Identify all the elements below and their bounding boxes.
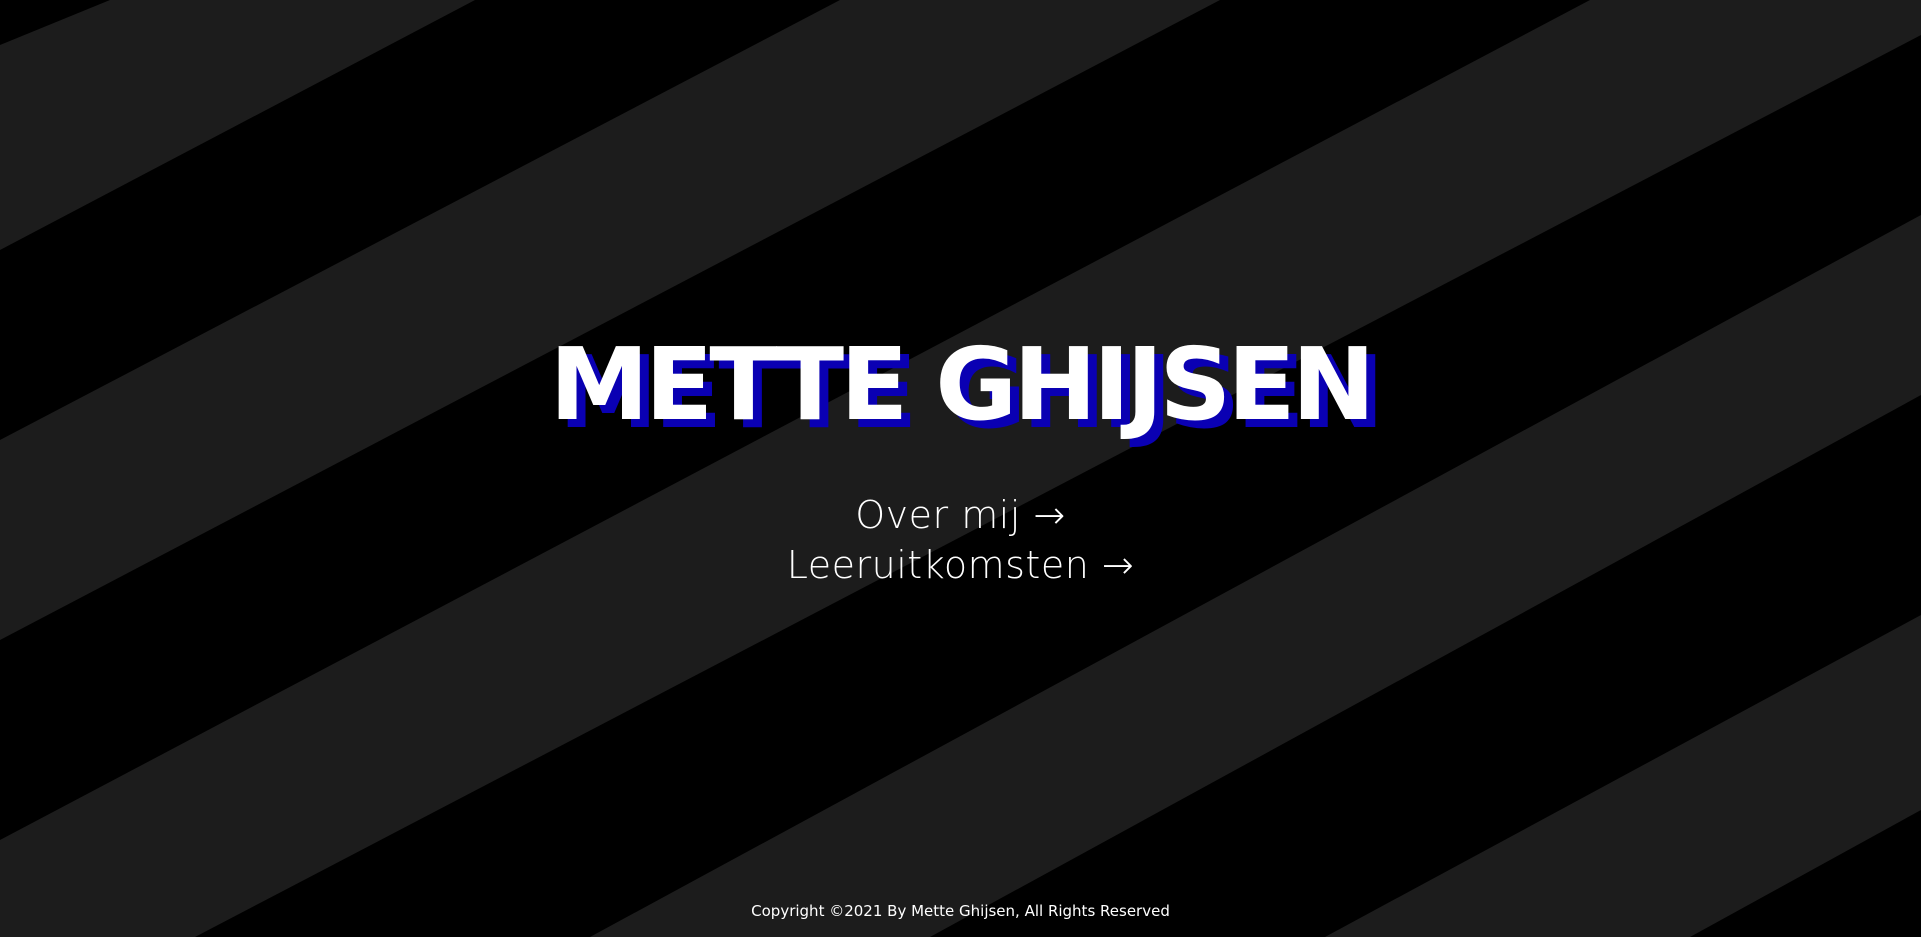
- nav-link-over-mij[interactable]: Over mij →: [0, 490, 1921, 540]
- copyright-footer: Copyright ©2021 By Mette Ghijsen, All Ri…: [751, 902, 1170, 920]
- hero-section: METTE GHIJSEN Over mij → Leeruitkomsten …: [0, 0, 1921, 937]
- home-page: METTE GHIJSEN Over mij → Leeruitkomsten …: [0, 0, 1921, 937]
- site-title: METTE GHIJSEN: [549, 326, 1376, 443]
- main-nav: Over mij → Leeruitkomsten →: [0, 490, 1921, 590]
- nav-link-leeruitkomsten[interactable]: Leeruitkomsten →: [0, 540, 1921, 590]
